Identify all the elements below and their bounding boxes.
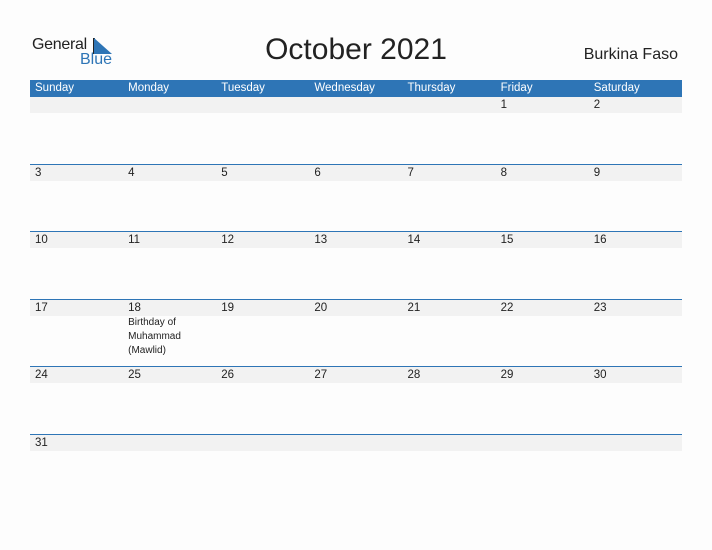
weekday-monday: Monday [128, 82, 170, 94]
day-cell[interactable]: 22 [496, 300, 589, 316]
day-cell[interactable]: 15 [496, 232, 589, 248]
day-cell[interactable]: 2 [589, 97, 682, 113]
day-cell[interactable]: 21 [403, 300, 496, 316]
day-cell[interactable]: 4 [123, 165, 216, 181]
day-cell[interactable]: 6 [309, 165, 402, 181]
day-cell[interactable]: 26 [216, 367, 309, 383]
weekday-saturday: Saturday [593, 82, 640, 94]
day-number: 7 [407, 166, 414, 179]
empty-cell [309, 97, 402, 113]
day-number: 19 [221, 301, 235, 314]
day-cell[interactable]: 24 [30, 367, 123, 383]
weekday-wednesday: Wednesday [314, 82, 375, 94]
day-number: 9 [593, 166, 601, 179]
day-cell[interactable]: 3 [30, 165, 123, 181]
holiday-event: Birthday of Muhammad (Mawlid) [128, 316, 181, 356]
day-number: 17 [35, 301, 48, 314]
day-cell[interactable]: 27 [309, 367, 402, 383]
day-number: 31 [35, 436, 48, 449]
day-number: 14 [407, 234, 421, 247]
week-row: 31 [30, 433, 682, 502]
weekday-tuesday: Tuesday [221, 82, 265, 94]
week-row: 10 11 12 13 14 15 16 [30, 231, 682, 299]
empty-cell [123, 97, 216, 113]
day-number: 13 [314, 234, 328, 247]
weekday-friday: Friday [500, 82, 533, 94]
day-cell[interactable]: 30 [589, 367, 682, 383]
date-strip: 17 18 Birthday of Muhammad (Mawlid) 19 20 21 2… [30, 299, 682, 356]
weekday-sunday: Sunday [35, 82, 75, 94]
day-number: 6 [314, 166, 321, 179]
empty-cell [309, 435, 402, 451]
weekday-thursday: Thursday [407, 82, 456, 94]
day-cell[interactable]: 14 [403, 232, 496, 248]
day-number: 20 [314, 301, 328, 314]
date-strip: 24 25 26 27 28 29 30 [30, 367, 682, 384]
day-number: 30 [593, 369, 607, 382]
date-strip: 10 11 12 13 14 15 16 [30, 232, 682, 249]
empty-cell [216, 435, 309, 451]
day-number: 8 [500, 166, 508, 179]
day-cell[interactable]: 1 [496, 97, 589, 113]
empty-cell [589, 435, 682, 451]
day-cell[interactable]: 11 [123, 232, 216, 248]
empty-cell [30, 97, 123, 113]
day-cell[interactable]: 17 [30, 300, 123, 316]
week-row: 3 4 5 6 7 8 9 [30, 163, 682, 232]
day-cell[interactable]: 31 [30, 435, 123, 451]
day-number: 23 [593, 301, 607, 314]
day-number: 16 [593, 234, 607, 247]
day-cell[interactable]: 28 [403, 367, 496, 383]
day-cell[interactable]: 23 [589, 300, 682, 316]
day-number: 5 [221, 166, 228, 179]
day-number: 12 [221, 234, 235, 247]
date-strip: 3 4 5 6 7 8 9 [30, 164, 682, 181]
week-row: 17 18 Birthday of Muhammad (Mawlid) 19 20 21 2… [30, 298, 682, 367]
day-number: 21 [407, 301, 421, 314]
day-number: 22 [500, 301, 514, 314]
day-number: 15 [500, 234, 514, 247]
day-cell[interactable]: 12 [216, 232, 309, 248]
date-strip: 12 [30, 97, 682, 113]
weeks-container: 1 2 3 4 5 6 7 8 9 10 11 12 13 14 15 16 17 18 Birthday of M… [30, 97, 682, 502]
day-number: 18 [128, 301, 141, 314]
week-row: 12 [30, 97, 682, 164]
empty-cell [403, 97, 496, 113]
day-number: 2 [593, 99, 601, 111]
day-number: 26 [221, 369, 235, 382]
day-number: 4 [128, 166, 135, 179]
day-number: 11 [128, 234, 141, 247]
day-number: 24 [35, 369, 48, 382]
day-cell[interactable]: 20 [309, 300, 402, 316]
country-label: Burkina Faso [583, 46, 678, 63]
week-row: 24 25 26 27 28 29 30 [30, 366, 682, 434]
empty-cell [496, 435, 589, 451]
day-cell[interactable]: 5 [216, 165, 309, 181]
day-number: 3 [35, 166, 42, 179]
empty-cell [403, 435, 496, 451]
day-number: 1 [500, 99, 508, 111]
day-cell[interactable]: 29 [496, 367, 589, 383]
day-cell[interactable]: 16 [589, 232, 682, 248]
day-cell[interactable]: 8 [496, 165, 589, 181]
day-cell[interactable]: 9 [589, 165, 682, 181]
empty-cell [123, 435, 216, 451]
empty-cell [216, 97, 309, 113]
day-cell[interactable]: 10 [30, 232, 123, 248]
day-cell[interactable]: 25 [123, 367, 216, 383]
day-number: 25 [128, 369, 141, 382]
day-cell[interactable]: 13 [309, 232, 402, 248]
day-number: 27 [314, 369, 328, 382]
day-number: 10 [35, 234, 48, 247]
weekday-header: Sunday Monday Tuesday Wednesday Thursday… [30, 80, 682, 97]
day-cell[interactable]: 7 [403, 165, 496, 181]
day-number: 29 [500, 369, 514, 382]
day-number: 28 [407, 369, 421, 382]
day-cell[interactable]: 19 [216, 300, 309, 316]
day-cell[interactable]: 18 Birthday of Muhammad (Mawlid) [123, 300, 216, 356]
date-strip: 31 [30, 434, 682, 451]
calendar-grid: Sunday Monday Tuesday Wednesday Thursday… [30, 80, 682, 502]
